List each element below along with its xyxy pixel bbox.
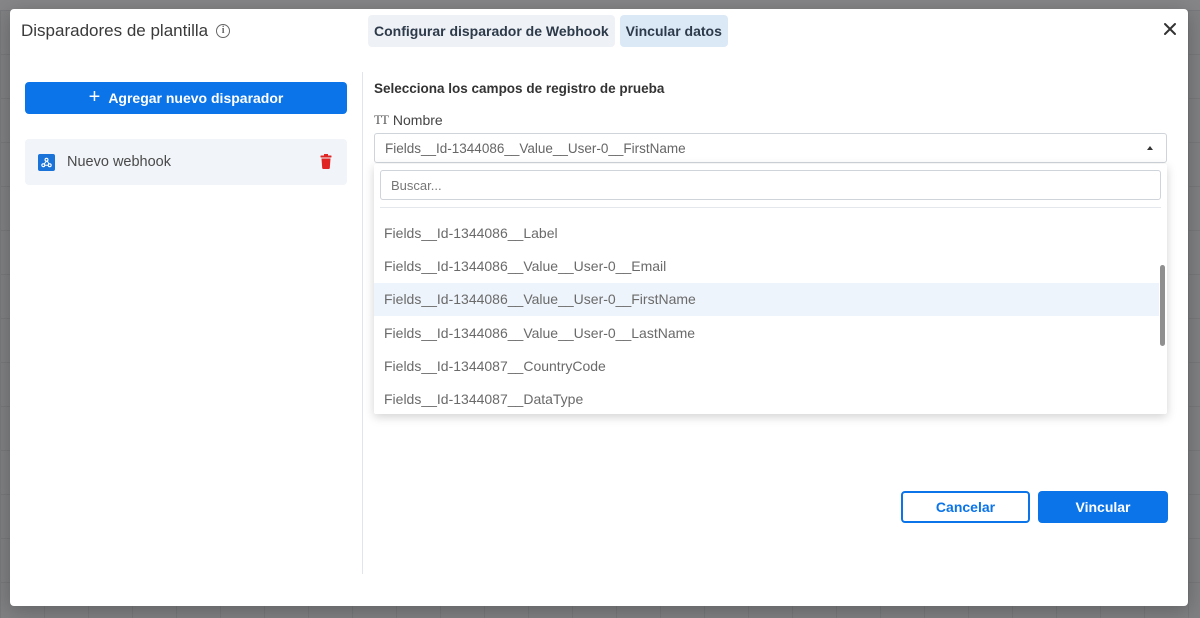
trash-icon[interactable] [320,154,332,169]
modal-tabs: Configurar disparador de Webhook Vincula… [368,15,728,47]
add-trigger-label: Agregar nuevo disparador [108,90,284,106]
modal-title-text: Disparadores de plantilla [21,21,209,40]
caret-up-icon [1147,146,1153,150]
close-icon[interactable] [1162,21,1178,37]
field-label-text: Nombre [392,112,443,128]
field-label: TT Nombre [374,112,443,128]
dropdown-option[interactable]: Fields__Id-1344086__Value__User-0__Email [374,249,1159,282]
info-icon[interactable]: i [216,24,231,38]
dropdown-separator [380,207,1161,208]
triggers-modal: Disparadores de plantilla i Configurar d… [10,9,1188,606]
dropdown-option-selected[interactable]: Fields__Id-1344086__Value__User-0__First… [374,282,1159,316]
trigger-label: Nuevo webhook [67,154,171,170]
dropdown-scrollbar[interactable] [1160,265,1165,346]
add-trigger-button[interactable]: + Agregar nuevo disparador [25,82,347,114]
tab-link-data[interactable]: Vincular datos [619,15,728,47]
field-select-value: Fields__Id-1344086__Value__User-0__First… [385,140,686,156]
tab-configure-webhook[interactable]: Configurar disparador de Webhook [368,15,615,47]
trigger-item[interactable]: Nuevo webhook [25,139,347,185]
dropdown-options: Fields__Id-1344086__Label Fields__Id-134… [374,216,1159,414]
field-dropdown: Fields__Id-1344086__Label Fields__Id-134… [374,164,1167,414]
dropdown-option[interactable]: Fields__Id-1344086__Label [374,216,1159,249]
plus-icon: + [88,86,101,108]
modal-title: Disparadores de plantilla i [21,21,231,41]
dropdown-option[interactable]: Fields__Id-1344087__CountryCode [374,349,1159,382]
field-select[interactable]: Fields__Id-1344086__Value__User-0__First… [374,133,1167,163]
triggers-panel: + Agregar nuevo disparador Nuevo webhook [25,82,347,185]
dropdown-option[interactable]: Fields__Id-1344086__Value__User-0__LastN… [374,316,1159,349]
cancel-button[interactable]: Cancelar [901,491,1030,523]
webhook-icon [38,153,55,171]
link-button[interactable]: Vincular [1038,491,1168,523]
search-input[interactable] [380,170,1161,200]
text-type-icon: TT [374,112,389,127]
panel-divider [362,72,363,574]
section-title: Selecciona los campos de registro de pru… [374,81,665,96]
dropdown-option[interactable]: Fields__Id-1344087__DataType [374,382,1159,414]
